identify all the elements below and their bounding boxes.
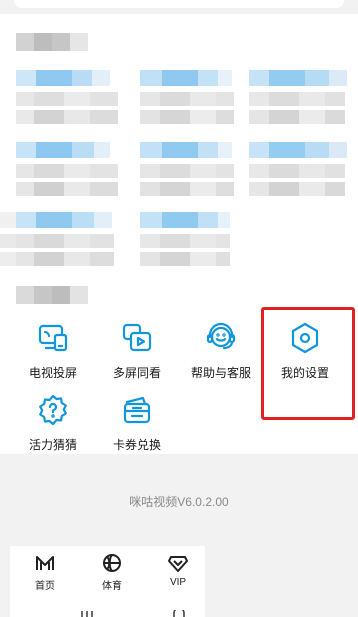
tab-home[interactable]: 首页: [20, 552, 70, 592]
blurred-grid-item[interactable]: [140, 70, 244, 130]
customer-service-icon: [206, 322, 236, 350]
basketball-icon: [103, 554, 121, 572]
tab-home-label: 首页: [35, 581, 55, 592]
multi-screen-button[interactable]: 多屏同看: [94, 318, 180, 388]
top-card-edge: [14, 0, 344, 8]
energy-quiz-button[interactable]: 活力猜猜: [10, 390, 96, 460]
tv-cast-button[interactable]: 电视投屏: [10, 318, 96, 388]
tab-sports[interactable]: 体育: [87, 552, 137, 592]
coupon-redeem-label: 卡券兑换: [112, 438, 161, 452]
tab-vip[interactable]: VIP: [153, 552, 203, 588]
multi-screen-label: 多屏同看: [112, 366, 161, 380]
partial-tab-icon: [81, 611, 93, 617]
blurred-grid-item[interactable]: [249, 70, 353, 130]
quiz-badge-icon: [39, 394, 67, 426]
energy-quiz-label: 活力猜猜: [28, 438, 77, 452]
blurred-grid-item[interactable]: [0, 212, 120, 272]
tab-vip-label: VIP: [169, 577, 187, 588]
coupon-gift-icon: [123, 396, 151, 424]
tv-cast-label: 电视投屏: [28, 366, 77, 380]
partial-tab-icon: [173, 610, 185, 617]
blurred-grid-item[interactable]: [16, 142, 120, 202]
help-service-label: 帮助与客服: [190, 366, 251, 380]
vip-heart-icon: [168, 556, 188, 572]
blurred-grid-item[interactable]: [140, 212, 232, 272]
bottom-tab-bar: 首页 体育 VIP: [10, 546, 205, 617]
blurred-section-title: [16, 33, 88, 51]
tab-sports-label: 体育: [102, 581, 122, 592]
blurred-grid-item[interactable]: [16, 70, 120, 130]
app-version-text: 咪咕视频V6.0.2.00: [129, 494, 229, 509]
blurred-section-title: [16, 286, 88, 304]
blurred-grid-item[interactable]: [249, 142, 353, 202]
coupon-redeem-button[interactable]: 卡券兑换: [94, 390, 180, 460]
multi-screen-icon: [122, 323, 152, 352]
tv-cast-icon: [38, 324, 68, 352]
highlight-box: [261, 307, 355, 420]
home-m-icon: [36, 556, 54, 570]
blurred-grid-item[interactable]: [140, 142, 244, 202]
help-service-button[interactable]: 帮助与客服: [178, 318, 264, 388]
